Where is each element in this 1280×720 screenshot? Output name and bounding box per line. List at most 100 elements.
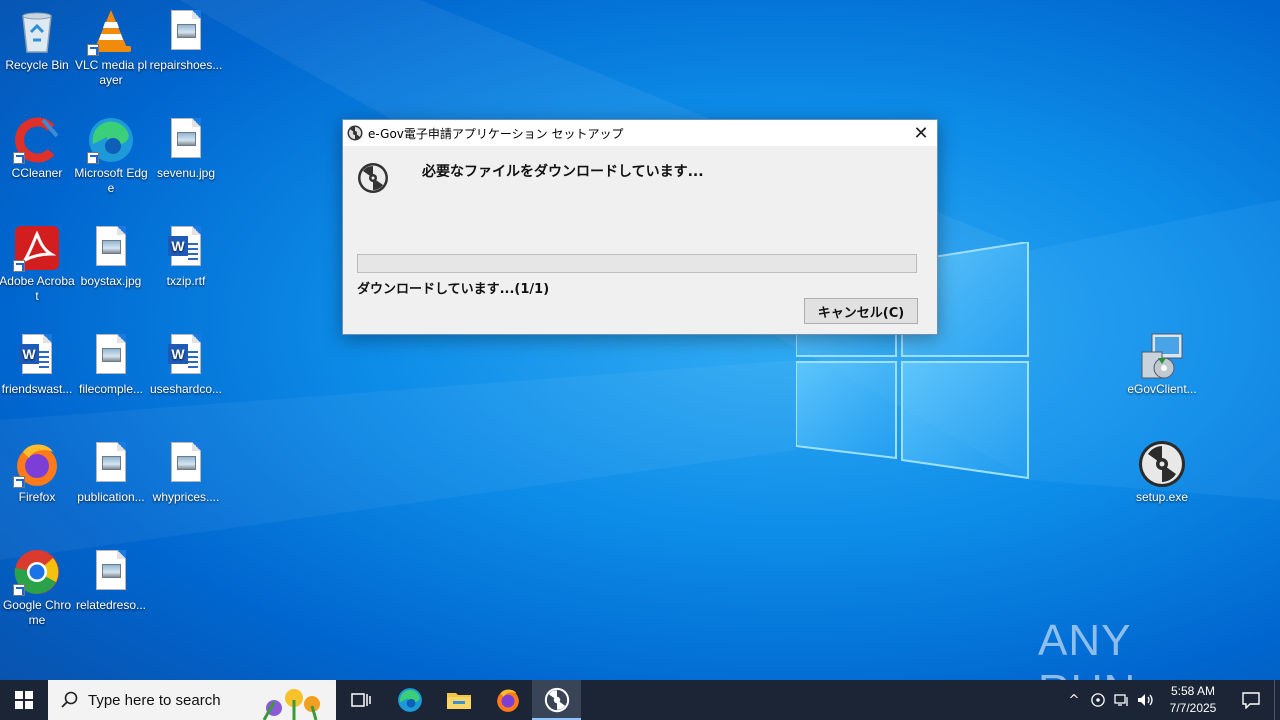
desktop-icon-publication[interactable]: publication... xyxy=(74,440,148,505)
desktop-icon-boystax[interactable]: boystax.jpg xyxy=(74,224,148,289)
image-file-icon xyxy=(87,332,135,380)
taskbar: Type here to search ^ 5:58 AM 7/7/2025 xyxy=(0,680,1280,720)
desktop-icon-label: publication... xyxy=(77,490,145,504)
desktop-icon-label: Google Chrome xyxy=(2,598,72,627)
search-highlight-flowers-icon xyxy=(262,689,320,720)
show-hidden-icons-button[interactable]: ^ xyxy=(1062,680,1086,720)
installer-icon xyxy=(1138,332,1186,380)
desktop-icon-label: useshardco... xyxy=(149,382,223,396)
word-file-icon: W xyxy=(13,332,61,380)
download-progress-bar xyxy=(357,254,917,273)
shortcut-arrow-icon xyxy=(13,584,25,596)
search-icon xyxy=(61,691,78,708)
desktop-icon-label: CCleaner xyxy=(11,166,63,180)
folder-icon xyxy=(446,693,471,709)
ccleaner-icon xyxy=(13,116,61,164)
chevron-up-icon: ^ xyxy=(1068,692,1080,708)
disc-icon xyxy=(1091,693,1105,707)
dialog-heading: 必要なファイルをダウンロードしています... xyxy=(422,164,704,180)
desktop-icon-label: Adobe Acrobat xyxy=(0,274,75,303)
task-view-icon xyxy=(350,693,371,707)
shortcut-arrow-icon xyxy=(87,152,99,164)
desktop-icon-label: Firefox xyxy=(18,490,56,504)
disc-icon xyxy=(347,125,363,141)
image-file-icon xyxy=(162,116,210,164)
desktop-icon-setup-exe[interactable]: setup.exe xyxy=(1125,440,1199,505)
edge-icon xyxy=(87,116,135,164)
windows-start-icon xyxy=(15,691,33,709)
recycle-bin-icon xyxy=(13,8,61,56)
download-status-text: ダウンロードしています...(1/1) xyxy=(357,282,550,297)
system-tray: ^ 5:58 AM 7/7/2025 xyxy=(1062,680,1280,720)
taskbar-edge-button[interactable] xyxy=(385,680,434,720)
shortcut-arrow-icon xyxy=(13,260,25,272)
show-desktop-button[interactable] xyxy=(1274,680,1280,720)
close-button[interactable]: ✕ xyxy=(905,120,937,146)
taskbar-search-box[interactable]: Type here to search xyxy=(48,680,336,720)
word-file-icon: W xyxy=(162,224,210,272)
desktop-icon-label: VLC media player xyxy=(74,58,148,87)
desktop-icon-recycle-bin[interactable]: Recycle Bin xyxy=(0,8,74,73)
anyrun-watermark: ANY RUN xyxy=(1038,606,1238,715)
image-file-icon xyxy=(87,440,135,488)
desktop-icon-label: filecomple... xyxy=(78,382,144,396)
desktop-icon-label: friendswast... xyxy=(1,382,73,396)
desktop-icon-repairshoes[interactable]: repairshoes... xyxy=(149,8,223,73)
disc-icon xyxy=(1138,440,1186,488)
cancel-button[interactable]: キャンセル(C) xyxy=(804,298,918,324)
start-button[interactable] xyxy=(0,680,48,720)
dialog-title: e-Gov電子申請アプリケーション セットアップ xyxy=(368,126,624,141)
vlc-icon xyxy=(87,8,135,56)
desktop-icon-label: setup.exe xyxy=(1135,490,1189,504)
desktop-icon-friendswast[interactable]: W friendswast... xyxy=(0,332,74,397)
desktop-icon-label: sevenu.jpg xyxy=(156,166,216,180)
shortcut-arrow-icon xyxy=(87,44,99,56)
volume-button[interactable] xyxy=(1134,680,1158,720)
desktop-icon-edge[interactable]: Microsoft Edge xyxy=(74,116,148,196)
action-center-button[interactable] xyxy=(1228,680,1274,720)
desktop-icon-egovclient[interactable]: eGovClient... xyxy=(1125,332,1199,397)
shortcut-arrow-icon xyxy=(13,476,25,488)
desktop-icon-filecomple[interactable]: filecomple... xyxy=(74,332,148,397)
acrobat-icon xyxy=(13,224,61,272)
speaker-icon xyxy=(1138,694,1153,706)
desktop-icon-label: Recycle Bin xyxy=(5,58,69,72)
desktop-icon-chrome[interactable]: Google Chrome xyxy=(0,548,74,628)
desktop-icon-firefox[interactable]: Firefox xyxy=(0,440,74,505)
firefox-icon xyxy=(13,440,61,488)
desktop-icon-label: txzip.rtf xyxy=(166,274,206,288)
network-button[interactable] xyxy=(1110,680,1134,720)
network-icon xyxy=(1114,694,1128,706)
notification-icon xyxy=(1242,692,1260,709)
setup-dialog[interactable]: e-Gov電子申請アプリケーション セットアップ ✕ 必要なファイルをダウンロー… xyxy=(342,119,938,335)
taskbar-file-explorer-button[interactable] xyxy=(434,680,483,720)
desktop-icon-acrobat[interactable]: Adobe Acrobat xyxy=(0,224,75,304)
desktop-icon-label: whyprices.... xyxy=(152,490,220,504)
firefox-icon xyxy=(496,689,519,712)
desktop-icon-useshardco[interactable]: W useshardco... xyxy=(149,332,223,397)
tray-app-button[interactable] xyxy=(1086,680,1110,720)
image-file-icon xyxy=(87,548,135,596)
desktop-icon-label: boystax.jpg xyxy=(80,274,142,288)
desktop-icon-label: repairshoes... xyxy=(149,58,223,72)
image-file-icon xyxy=(87,224,135,272)
close-icon: ✕ xyxy=(913,122,929,144)
desktop-icon-sevenu[interactable]: sevenu.jpg xyxy=(149,116,223,181)
disc-icon xyxy=(358,163,388,193)
desktop-icon-relatedreso[interactable]: relatedreso... xyxy=(74,548,148,613)
image-file-icon xyxy=(162,8,210,56)
desktop-icon-vlc[interactable]: VLC media player xyxy=(74,8,148,88)
desktop-icon-ccleaner[interactable]: CCleaner xyxy=(0,116,74,181)
desktop-icon-label: Microsoft Edge xyxy=(74,166,148,195)
clock-date: 7/7/2025 xyxy=(1169,701,1217,715)
taskbar-firefox-button[interactable] xyxy=(483,680,532,720)
desktop-icon-whyprices[interactable]: whyprices.... xyxy=(149,440,223,505)
taskbar-clock[interactable]: 5:58 AM 7/7/2025 xyxy=(1158,683,1228,717)
desktop-icon-label: relatedreso... xyxy=(75,598,147,612)
task-view-button[interactable] xyxy=(336,680,385,720)
dialog-title-bar[interactable]: e-Gov電子申請アプリケーション セットアップ xyxy=(343,120,937,146)
desktop-icon-txzip[interactable]: W txzip.rtf xyxy=(149,224,223,289)
image-file-icon xyxy=(162,440,210,488)
disc-icon xyxy=(544,687,569,713)
taskbar-setup-button[interactable] xyxy=(532,680,581,720)
